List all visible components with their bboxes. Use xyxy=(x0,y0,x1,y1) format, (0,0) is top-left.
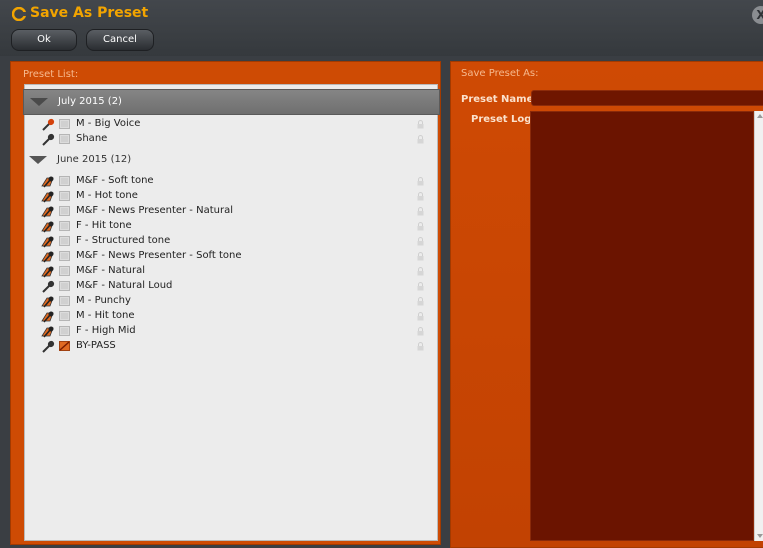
lock-icon xyxy=(417,312,424,321)
title-bar: Save As Preset X Ok Cancel xyxy=(0,0,763,56)
preset-edit-icon xyxy=(41,296,54,308)
preset-list-panel: Preset List: July 2015 (2) June 2015 (12… xyxy=(10,61,441,545)
lock-icon xyxy=(417,222,424,231)
lock-icon xyxy=(417,327,424,336)
preset-row[interactable]: M - Punchy xyxy=(37,294,437,309)
lock-icon xyxy=(417,237,424,246)
group-label: June 2015 (12) xyxy=(57,154,132,165)
collapse-triangle-icon[interactable] xyxy=(29,156,47,164)
preset-label: M&F - News Presenter - Soft tone xyxy=(76,250,242,261)
scroll-up-icon[interactable] xyxy=(757,114,763,118)
tag-icon xyxy=(59,221,70,231)
preset-row[interactable]: M - Big Voice xyxy=(37,117,437,132)
preset-label: M - Hot tone xyxy=(76,190,138,201)
mic-dark-icon xyxy=(42,133,55,146)
group-label: July 2015 (2) xyxy=(58,96,122,107)
preset-label: Shane xyxy=(76,133,108,144)
preset-edit-icon xyxy=(41,221,54,233)
lock-icon xyxy=(417,252,424,261)
preset-log-textarea[interactable] xyxy=(530,111,754,541)
preset-log-label: Preset Log xyxy=(471,114,532,125)
tag-icon xyxy=(59,311,70,321)
save-preset-panel: Save Preset As: Preset Name Preset Log xyxy=(450,61,763,548)
collapse-triangle-icon[interactable] xyxy=(30,98,48,106)
lock-icon xyxy=(417,342,424,351)
lock-icon xyxy=(417,207,424,216)
preset-row[interactable]: M&F - Natural xyxy=(37,264,437,279)
preset-label: M&F - News Presenter - Natural xyxy=(76,205,233,216)
tag-icon xyxy=(59,134,70,144)
preset-label: M&F - Natural xyxy=(76,265,146,276)
preset-row[interactable]: M&F - News Presenter - Soft tone xyxy=(37,249,437,264)
lock-icon xyxy=(417,297,424,306)
preset-row[interactable]: F - Hit tone xyxy=(37,219,437,234)
tag-icon xyxy=(59,206,70,216)
tag-icon xyxy=(59,191,70,201)
preset-row[interactable]: M&F - Soft tone xyxy=(37,174,437,189)
scroll-down-icon[interactable] xyxy=(757,534,763,538)
lock-icon xyxy=(417,267,424,276)
preset-label: M - Punchy xyxy=(76,295,131,306)
preset-row[interactable]: Shane xyxy=(37,132,437,147)
preset-name-label: Preset Name xyxy=(461,94,534,105)
group-header-july-2015[interactable]: July 2015 (2) xyxy=(23,89,440,115)
lock-icon xyxy=(417,135,424,144)
group-header-june-2015[interactable]: June 2015 (12) xyxy=(23,148,438,172)
preset-row[interactable]: F - Structured tone xyxy=(37,234,437,249)
lock-icon xyxy=(417,120,424,129)
preset-list-title: Preset List: xyxy=(23,69,79,80)
preset-label: M - Big Voice xyxy=(76,118,141,129)
cancel-button[interactable]: Cancel xyxy=(86,29,154,51)
preset-edit-icon xyxy=(41,176,54,188)
lock-icon xyxy=(417,282,424,291)
preset-label: F - Structured tone xyxy=(76,235,171,246)
save-preset-title: Save Preset As: xyxy=(461,68,539,79)
mic-dark-icon xyxy=(42,340,55,353)
mic-red-icon xyxy=(42,118,55,131)
preset-label: F - High Mid xyxy=(76,325,136,336)
tag-icon xyxy=(59,326,70,336)
tag-icon xyxy=(59,266,70,276)
window-title: Save As Preset xyxy=(30,5,149,21)
tag-icon xyxy=(59,236,70,246)
preset-edit-icon xyxy=(41,206,54,218)
preset-edit-icon xyxy=(41,326,54,338)
tag-icon xyxy=(59,176,70,186)
tag-icon xyxy=(59,281,70,291)
tag-icon xyxy=(59,296,70,306)
preset-row[interactable]: BY-PASS xyxy=(37,339,437,354)
bypass-tag-icon xyxy=(59,341,70,351)
preset-name-input[interactable] xyxy=(531,90,763,106)
preset-label: M - Hit tone xyxy=(76,310,135,321)
preset-label: M&F - Natural Loud xyxy=(76,280,173,291)
preset-label: M&F - Soft tone xyxy=(76,175,154,186)
preset-row[interactable]: M - Hot tone xyxy=(37,189,437,204)
preset-edit-icon xyxy=(41,251,54,263)
tag-icon xyxy=(59,119,70,129)
preset-log-scrollbar[interactable] xyxy=(754,111,763,541)
tag-icon xyxy=(59,251,70,261)
mic-dark-icon xyxy=(42,280,55,293)
ok-button[interactable]: Ok xyxy=(11,29,77,51)
lock-icon xyxy=(417,192,424,201)
preset-row[interactable]: M&F - News Presenter - Natural xyxy=(37,204,437,219)
close-button[interactable]: X xyxy=(752,6,763,24)
preset-row[interactable]: M - Hit tone xyxy=(37,309,437,324)
preset-edit-icon xyxy=(41,266,54,278)
preset-label: F - Hit tone xyxy=(76,220,132,231)
preset-edit-icon xyxy=(41,191,54,203)
preset-label: BY-PASS xyxy=(76,340,116,351)
lock-icon xyxy=(417,177,424,186)
preset-row[interactable]: M&F - Natural Loud xyxy=(37,279,437,294)
app-logo-icon xyxy=(12,7,26,21)
preset-row[interactable]: F - High Mid xyxy=(37,324,437,339)
preset-edit-icon xyxy=(41,311,54,323)
preset-edit-icon xyxy=(41,236,54,248)
